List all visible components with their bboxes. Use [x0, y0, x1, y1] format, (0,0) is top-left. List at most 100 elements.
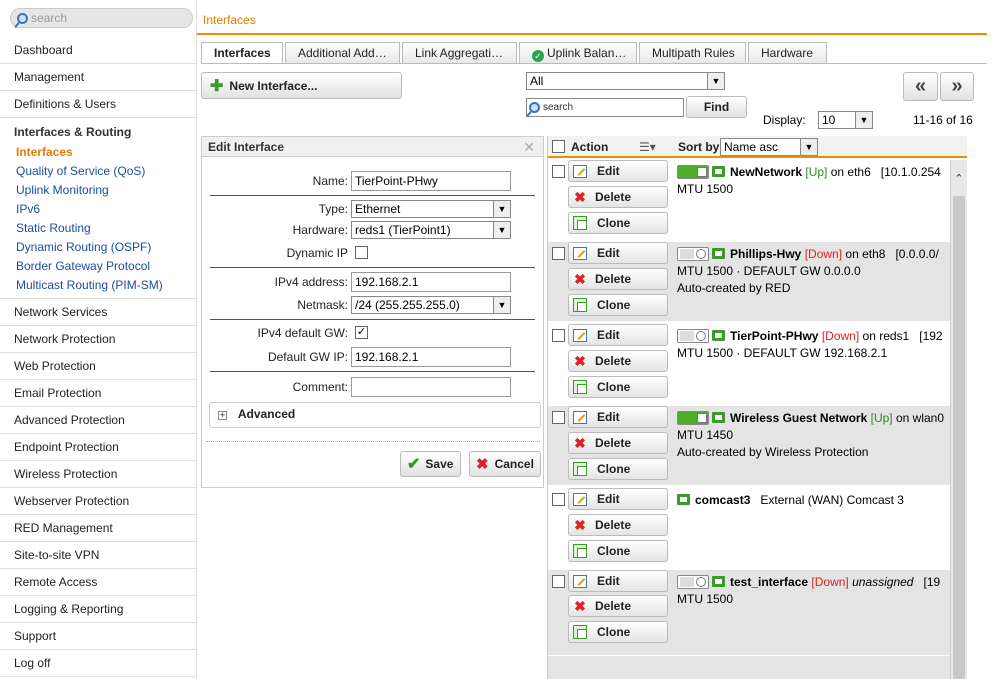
- interface-detail: MTU 1500: [677, 182, 734, 196]
- clone-button[interactable]: Clone: [568, 376, 668, 398]
- clone-button[interactable]: Clone: [568, 458, 668, 480]
- nav-sub-bgp[interactable]: Border Gateway Protocol: [0, 257, 196, 276]
- clone-button[interactable]: Clone: [568, 294, 668, 316]
- edit-button[interactable]: Edit: [568, 242, 668, 264]
- toggle-switch[interactable]: [677, 165, 709, 179]
- clone-button[interactable]: Clone: [568, 621, 668, 643]
- edit-button[interactable]: Edit: [568, 160, 668, 182]
- toggle-switch[interactable]: [677, 329, 709, 343]
- filter-select[interactable]: All ▼: [526, 72, 725, 90]
- hardware-label: Hardware:: [292, 223, 348, 237]
- nav-management[interactable]: Management: [0, 64, 196, 91]
- nav-sub-qos[interactable]: Quality of Service (QoS): [0, 162, 196, 181]
- delete-button[interactable]: ✖ Delete: [568, 514, 668, 536]
- ipv4-address-field[interactable]: 192.168.2.1: [351, 272, 511, 292]
- toggle-switch[interactable]: [677, 575, 709, 589]
- nav-definitions-users[interactable]: Definitions & Users: [0, 91, 196, 118]
- select-all-checkbox[interactable]: [552, 140, 565, 153]
- tab-link-aggregation[interactable]: Link Aggregati…: [402, 42, 517, 63]
- nav-sub-uplink-monitoring[interactable]: Uplink Monitoring: [0, 181, 196, 200]
- delete-button[interactable]: ✖ Delete: [568, 268, 668, 290]
- search-input[interactable]: search: [10, 8, 193, 28]
- nav-webserver-protection[interactable]: Webserver Protection: [0, 488, 196, 515]
- nav-sub-ospf[interactable]: Dynamic Routing (OSPF): [0, 238, 196, 257]
- row-checkbox[interactable]: [552, 329, 565, 342]
- display-select[interactable]: 10 ▼: [818, 111, 873, 129]
- search-area: search: [0, 0, 196, 37]
- delete-button[interactable]: ✖ Delete: [568, 432, 668, 454]
- nav-network-services[interactable]: Network Services: [0, 299, 196, 326]
- nav-sub-interfaces[interactable]: Interfaces: [0, 143, 196, 162]
- nav-sub-ipv6[interactable]: IPv6: [0, 200, 196, 219]
- tab-additional-addresses[interactable]: Additional Add…: [285, 42, 400, 63]
- tab-uplink-balancing[interactable]: ✓ Uplink Balan…: [519, 42, 637, 63]
- sortby-select[interactable]: Name asc ▼: [720, 138, 818, 156]
- advanced-label: Advanced: [237, 407, 296, 421]
- advanced-section[interactable]: + Advanced: [209, 402, 541, 428]
- clone-button[interactable]: Clone: [568, 212, 668, 234]
- default-gw-checkbox[interactable]: ✓: [355, 326, 368, 339]
- nav-network-protection[interactable]: Network Protection: [0, 326, 196, 353]
- edit-button[interactable]: Edit: [568, 488, 668, 510]
- dynamic-ip-checkbox[interactable]: [355, 246, 368, 259]
- nav-advanced-protection[interactable]: Advanced Protection: [0, 407, 196, 434]
- prev-page-button[interactable]: «: [903, 72, 938, 101]
- cancel-button[interactable]: ✖ Cancel: [469, 451, 541, 477]
- row-checkbox[interactable]: [552, 575, 565, 588]
- edit-button[interactable]: Edit: [568, 570, 668, 592]
- hardware-select[interactable]: reds1 (TierPoint1) ▼: [351, 221, 511, 239]
- nav-remote-access[interactable]: Remote Access: [0, 569, 196, 596]
- find-search-input[interactable]: search: [526, 98, 684, 117]
- clone-button[interactable]: Clone: [568, 540, 668, 562]
- comment-field[interactable]: [351, 377, 511, 397]
- type-select[interactable]: Ethernet ▼: [351, 200, 511, 218]
- toggle-switch[interactable]: [677, 411, 709, 425]
- save-button[interactable]: ✔ Save: [400, 451, 461, 477]
- tab-hardware[interactable]: Hardware: [748, 42, 827, 63]
- next-page-button[interactable]: »: [940, 72, 974, 101]
- nav-web-protection[interactable]: Web Protection: [0, 353, 196, 380]
- scroll-thumb[interactable]: [953, 196, 965, 679]
- toggle-switch[interactable]: [677, 247, 709, 261]
- name-field[interactable]: TierPoint-PHwy: [351, 171, 511, 191]
- delete-button[interactable]: ✖ Delete: [568, 595, 668, 617]
- new-interface-button[interactable]: ✚ New Interface...: [201, 72, 402, 99]
- row-checkbox[interactable]: [552, 247, 565, 260]
- clone-label: Clone: [597, 298, 631, 312]
- nav-support[interactable]: Support: [0, 623, 196, 650]
- table-row: Edit ✖ Delete Clone TierPoint-PHwy [Down]…: [548, 324, 967, 404]
- interface-name: Wireless Guest Network: [730, 411, 868, 425]
- nav-endpoint-protection[interactable]: Endpoint Protection: [0, 434, 196, 461]
- netmask-select[interactable]: /24 (255.255.255.0) ▼: [351, 296, 511, 314]
- nav-log-off[interactable]: Log off: [0, 650, 196, 677]
- close-icon[interactable]: ✕: [523, 139, 535, 156]
- edit-icon: [573, 410, 587, 424]
- nav-interfaces-routing[interactable]: Interfaces & Routing: [0, 123, 196, 143]
- row-checkbox[interactable]: [552, 411, 565, 424]
- tab-interfaces[interactable]: Interfaces: [201, 42, 283, 64]
- row-checkbox[interactable]: [552, 493, 565, 506]
- row-checkbox[interactable]: [552, 165, 565, 178]
- expand-icon: +: [218, 410, 227, 420]
- tab-multipath-rules[interactable]: Multipath Rules: [639, 42, 746, 63]
- scrollbar[interactable]: ⌃: [950, 160, 967, 679]
- nav-logging-reporting[interactable]: Logging & Reporting: [0, 596, 196, 623]
- column-menu-icon[interactable]: ☰▾: [639, 140, 656, 154]
- nav-wireless-protection[interactable]: Wireless Protection: [0, 461, 196, 488]
- nav-sub-static-routing[interactable]: Static Routing: [0, 219, 196, 238]
- find-button[interactable]: Find: [686, 96, 747, 118]
- display-value: 10: [822, 113, 836, 127]
- delete-button[interactable]: ✖ Delete: [568, 350, 668, 372]
- edit-button[interactable]: Edit: [568, 406, 668, 428]
- nav-site-to-site-vpn[interactable]: Site-to-site VPN: [0, 542, 196, 569]
- edit-button[interactable]: Edit: [568, 324, 668, 346]
- delete-button[interactable]: ✖ Delete: [568, 186, 668, 208]
- gw-ip-field[interactable]: 192.168.2.1: [351, 347, 511, 367]
- nav-sub-pim-sm[interactable]: Multicast Routing (PIM-SM): [0, 276, 196, 295]
- nav-email-protection[interactable]: Email Protection: [0, 380, 196, 407]
- chevron-up-icon[interactable]: ⌃: [951, 172, 967, 186]
- nav-dashboard[interactable]: Dashboard: [0, 37, 196, 64]
- chevron-down-icon: ▼: [493, 201, 510, 217]
- nav-red-management[interactable]: RED Management: [0, 515, 196, 542]
- interface-address: [19: [923, 575, 941, 589]
